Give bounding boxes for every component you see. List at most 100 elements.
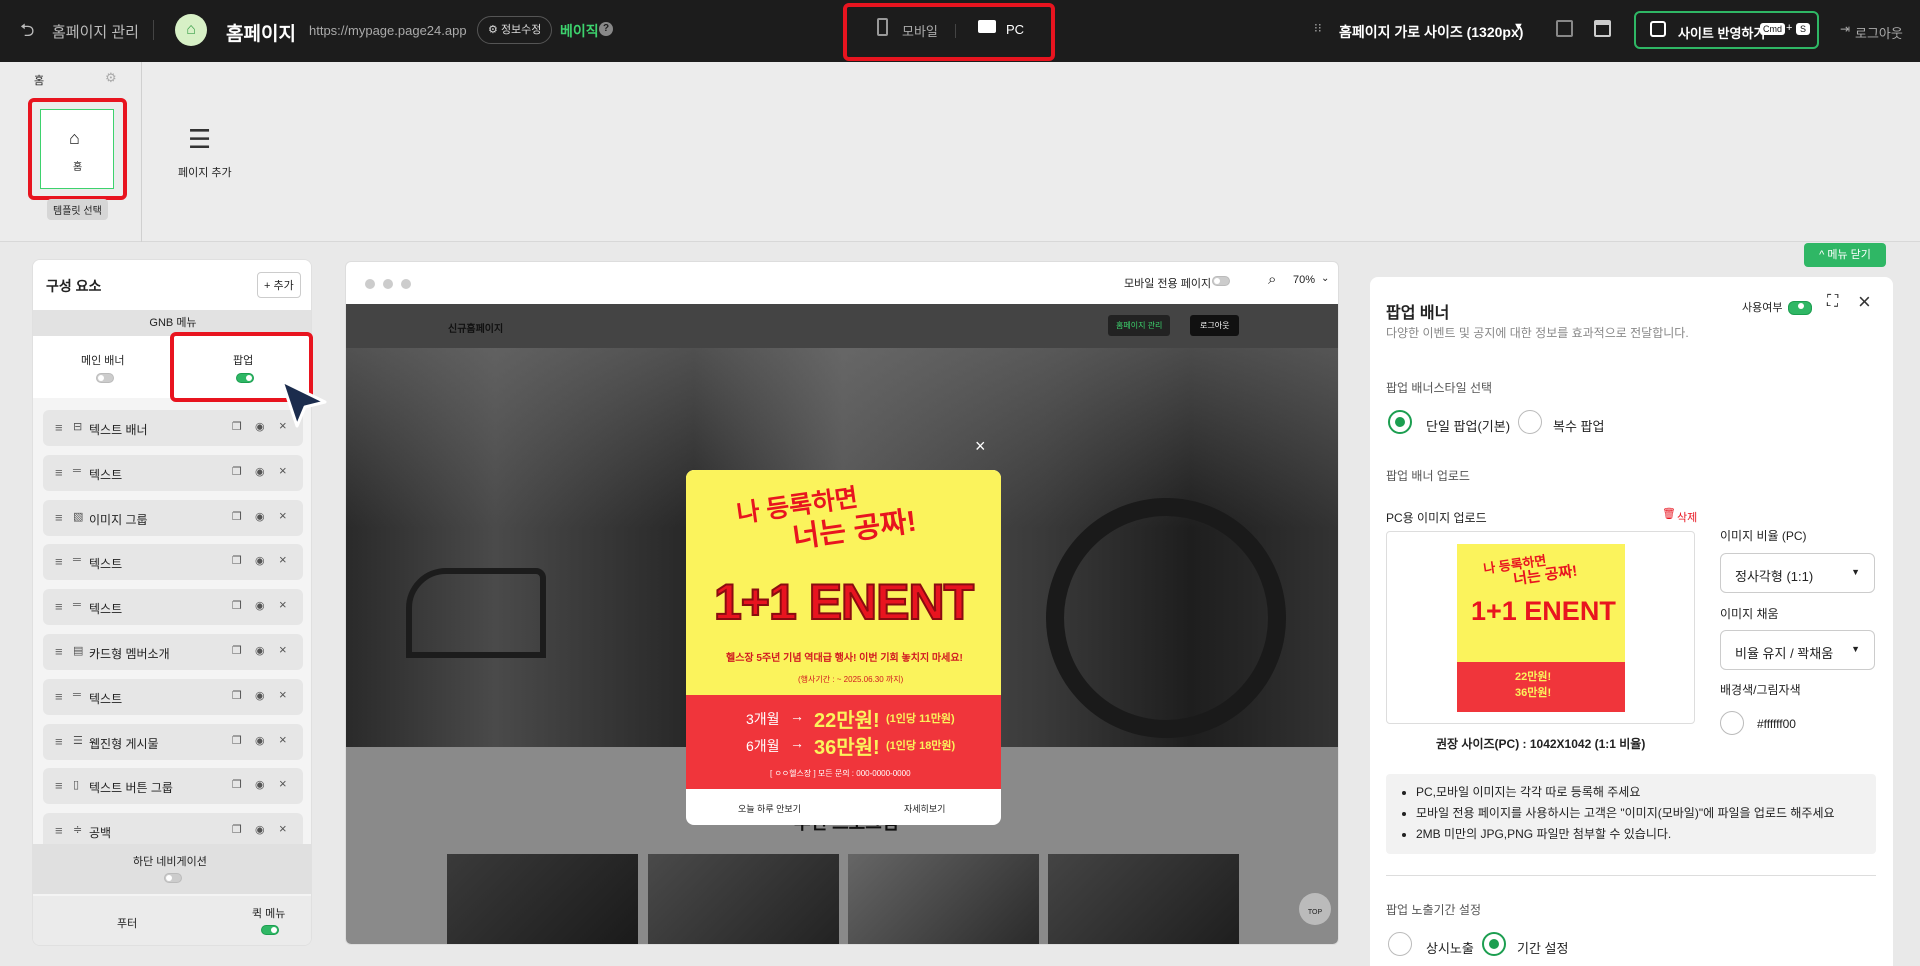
use-toggle[interactable] bbox=[1788, 301, 1812, 315]
component-item[interactable]: ≡ ═ 텍스트 ❐ ◉ × bbox=[43, 544, 303, 581]
quick-menu-toggle[interactable] bbox=[261, 925, 279, 935]
trash-icon[interactable]: 🗑 bbox=[1662, 507, 1676, 520]
visibility-eye-icon[interactable]: ◉ bbox=[255, 734, 265, 747]
close-icon[interactable]: × bbox=[1858, 289, 1871, 315]
bg-color-swatch[interactable] bbox=[1720, 711, 1744, 735]
component-item[interactable]: ≡ ═ 텍스트 ❐ ◉ × bbox=[43, 589, 303, 626]
program-image-1[interactable] bbox=[447, 854, 638, 944]
style-single-radio[interactable] bbox=[1388, 410, 1412, 434]
top-button[interactable]: TOP bbox=[1299, 893, 1331, 925]
visibility-eye-icon[interactable]: ◉ bbox=[255, 510, 265, 523]
bottom-nav-row[interactable]: 하단 네비게이션 bbox=[33, 844, 311, 894]
zoom-select[interactable]: 70% bbox=[1293, 274, 1315, 286]
drag-handle-icon[interactable]: ≡ bbox=[55, 778, 63, 793]
duplicate-icon[interactable]: ❐ bbox=[232, 599, 242, 612]
duplicate-icon[interactable]: ❐ bbox=[232, 823, 242, 836]
component-item[interactable]: ≡ ▧ 이미지 그룹 ❐ ◉ × bbox=[43, 499, 303, 536]
fullscreen-icon[interactable]: ⛶ bbox=[1827, 293, 1838, 311]
duplicate-icon[interactable]: ❐ bbox=[232, 510, 242, 523]
program-image-4[interactable] bbox=[1048, 854, 1239, 944]
bottom-nav-toggle[interactable] bbox=[164, 873, 182, 883]
zoom-icon[interactable]: ⌕ bbox=[1268, 271, 1276, 288]
remove-icon[interactable]: × bbox=[279, 463, 287, 478]
layout-top-icon[interactable] bbox=[1594, 20, 1611, 37]
logout-link[interactable]: 로그아웃 bbox=[1855, 23, 1903, 42]
period-range-radio[interactable] bbox=[1482, 932, 1506, 956]
component-item[interactable]: ≡ ▯ 텍스트 버튼 그룹 ❐ ◉ × bbox=[43, 768, 303, 805]
program-image-3[interactable] bbox=[848, 854, 1039, 944]
pc-image-dropzone[interactable]: 나 등록하면 너는 공짜! 1+1 ENENT 22만원! 36만원! bbox=[1386, 531, 1695, 724]
remove-icon[interactable]: × bbox=[279, 776, 287, 791]
visibility-eye-icon[interactable]: ◉ bbox=[255, 778, 265, 791]
width-select[interactable]: 홈페이지 가로 사이즈 (1320px) ▼ bbox=[1335, 16, 1525, 46]
back-to-management-link[interactable]: 홈페이지 관리 bbox=[52, 21, 139, 42]
duplicate-icon[interactable]: ❐ bbox=[232, 778, 242, 791]
remove-icon[interactable]: × bbox=[279, 597, 287, 612]
main-banner-toggle[interactable] bbox=[96, 373, 114, 383]
visibility-eye-icon[interactable]: ◉ bbox=[255, 554, 265, 567]
drag-handle-icon[interactable]: ≡ bbox=[55, 510, 63, 525]
remove-icon[interactable]: × bbox=[279, 508, 287, 523]
component-item[interactable]: ≡ ═ 텍스트 ❐ ◉ × bbox=[43, 678, 303, 715]
site-url[interactable]: https://mypage.page24.app bbox=[309, 23, 467, 38]
footer-row[interactable]: 푸터 퀵 메뉴 bbox=[33, 896, 311, 945]
site-logout-button[interactable]: 로그아웃 bbox=[1190, 315, 1240, 336]
visibility-eye-icon[interactable]: ◉ bbox=[255, 599, 265, 612]
drag-handle-icon[interactable]: ≡ bbox=[55, 554, 63, 569]
fill-select[interactable]: 비율 유지 / 꽉채움 ▼ bbox=[1720, 630, 1875, 670]
visibility-eye-icon[interactable]: ◉ bbox=[255, 420, 265, 433]
drag-handle-icon[interactable]: ≡ bbox=[55, 823, 63, 838]
duplicate-icon[interactable]: ❐ bbox=[232, 554, 242, 567]
mobile-only-toggle[interactable] bbox=[1212, 276, 1230, 286]
drag-handle-icon[interactable]: ≡ bbox=[55, 644, 63, 659]
component-item[interactable]: ≡ ▤ 카드형 멤버소개 ❐ ◉ × bbox=[43, 634, 303, 670]
ratio-select[interactable]: 정사각형 (1:1) ▼ bbox=[1720, 553, 1875, 593]
component-type-icon: ≑ bbox=[73, 824, 83, 837]
template-select-button[interactable]: 템플릿 선택 bbox=[47, 199, 108, 220]
program-image-2[interactable] bbox=[648, 854, 839, 944]
remove-icon[interactable]: × bbox=[279, 821, 287, 836]
publish-button[interactable]: 사이트 반영하기 Cmd + S bbox=[1634, 11, 1819, 49]
drag-handle-icon[interactable]: ≡ bbox=[55, 734, 63, 749]
remove-icon[interactable]: × bbox=[279, 642, 287, 657]
remove-icon[interactable]: × bbox=[279, 687, 287, 702]
duplicate-icon[interactable]: ❐ bbox=[232, 689, 242, 702]
drag-handle-icon[interactable]: ≡ bbox=[55, 599, 63, 614]
help-icon[interactable]: ? bbox=[599, 22, 613, 36]
delete-image-button[interactable]: 삭제 bbox=[1677, 509, 1697, 525]
component-item[interactable]: ≡ ═ 텍스트 ❐ ◉ × bbox=[43, 454, 303, 491]
page-tree-divider bbox=[141, 62, 142, 242]
add-component-button[interactable]: + 추가 bbox=[257, 272, 301, 298]
component-item[interactable]: ≡ ☰ 웹진형 게시물 ❐ ◉ × bbox=[43, 723, 303, 760]
remove-icon[interactable]: × bbox=[279, 552, 287, 567]
duplicate-icon[interactable]: ❐ bbox=[232, 465, 242, 478]
visibility-eye-icon[interactable]: ◉ bbox=[255, 644, 265, 657]
period-always-radio[interactable] bbox=[1388, 932, 1412, 956]
close-menu-button[interactable]: ^ 메뉴 닫기 bbox=[1804, 243, 1886, 267]
popup-close-icon[interactable]: × bbox=[975, 436, 986, 457]
visibility-eye-icon[interactable]: ◉ bbox=[255, 465, 265, 478]
add-page-label[interactable]: 페이지 추가 bbox=[178, 164, 232, 180]
site-canvas: 신규홈페이지 홈페이지 관리 로그아웃 추천 프로그램 TOP × 나 등록하면… bbox=[346, 304, 1338, 944]
dont-show-today-button[interactable]: 오늘 하루 안보기 bbox=[738, 802, 801, 815]
drag-handle-icon[interactable]: ≡ bbox=[55, 689, 63, 704]
popup-details-button[interactable]: 자세히보기 bbox=[904, 802, 945, 815]
style-multi-radio[interactable] bbox=[1518, 410, 1542, 434]
visibility-eye-icon[interactable]: ◉ bbox=[255, 689, 265, 702]
site-admin-button[interactable]: 홈페이지 관리 bbox=[1108, 315, 1171, 336]
add-page-icon[interactable]: ☰ bbox=[188, 124, 211, 155]
home-settings-icon[interactable]: ⚙ bbox=[105, 70, 117, 86]
duplicate-icon[interactable]: ❐ bbox=[232, 644, 242, 657]
component-item[interactable]: ≡ ⊟ 텍스트 배너 ❐ ◉ × bbox=[43, 410, 303, 446]
visibility-eye-icon[interactable]: ◉ bbox=[255, 823, 265, 836]
back-icon[interactable]: ⮌ bbox=[20, 18, 34, 48]
drag-handle-icon[interactable]: ≡ bbox=[55, 465, 63, 480]
layout-bottom-icon[interactable] bbox=[1556, 20, 1573, 37]
info-edit-button[interactable]: ⚙ 정보수정 bbox=[477, 16, 553, 44]
component-type-icon: ▯ bbox=[73, 779, 80, 792]
drag-handle-icon[interactable]: ≡ bbox=[55, 420, 63, 435]
component-label: 텍스트 bbox=[89, 467, 123, 482]
duplicate-icon[interactable]: ❐ bbox=[232, 734, 242, 747]
duplicate-icon[interactable]: ❐ bbox=[232, 420, 242, 433]
remove-icon[interactable]: × bbox=[279, 732, 287, 747]
